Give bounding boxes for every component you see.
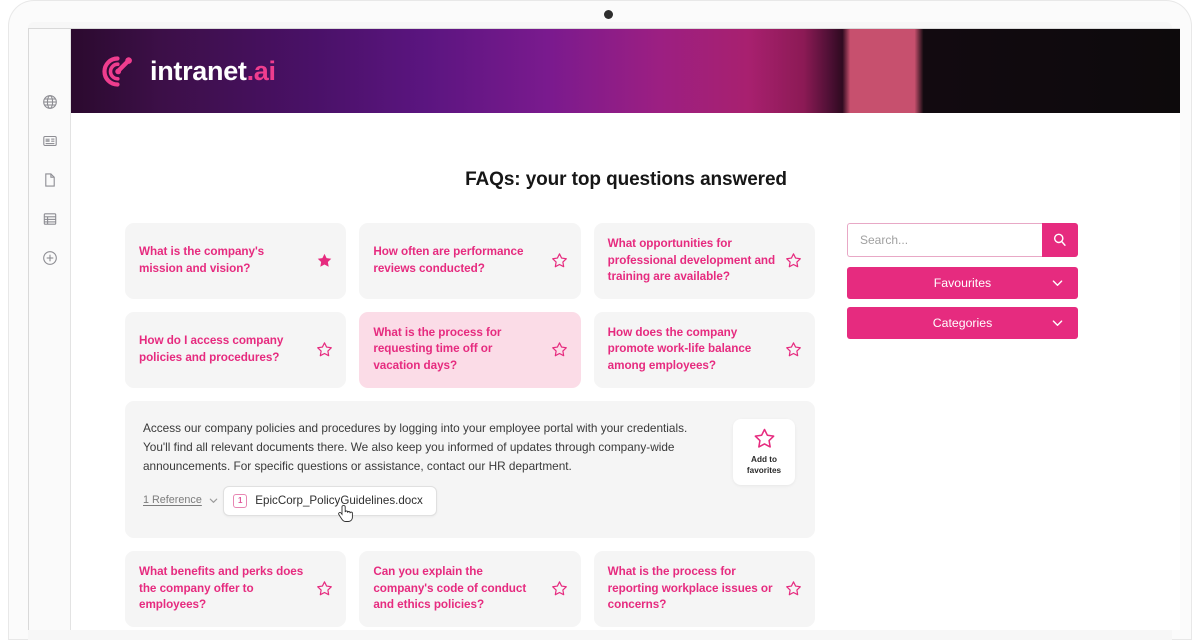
file-number-badge: 1 xyxy=(233,493,248,508)
reference-file-chip[interactable]: 1 EpicCorp_PolicyGuidelines.docx xyxy=(223,485,437,516)
categories-dropdown-label: Categories xyxy=(932,316,993,330)
list-database-icon[interactable] xyxy=(39,208,61,230)
faq-card[interactable]: How does the company promote work-life b… xyxy=(593,311,815,388)
spiral-target-icon xyxy=(102,56,132,87)
faq-card[interactable]: How do I access company policies and pro… xyxy=(125,311,347,388)
faq-card[interactable]: What is the company's mission and vision… xyxy=(125,223,347,299)
faq-question: What benefits and perks does the company… xyxy=(139,564,304,612)
left-sidebar xyxy=(29,29,71,630)
browser-screen: intranet.ai FAQs: your top questions ans… xyxy=(28,28,1180,630)
page-title: FAQs: your top questions answered xyxy=(465,169,787,190)
news-card-icon[interactable] xyxy=(39,130,61,152)
star-filled-icon[interactable] xyxy=(315,251,334,270)
search-input[interactable] xyxy=(847,223,1042,257)
search-row xyxy=(847,223,1078,257)
webcam-icon xyxy=(604,10,613,19)
logo-text-main: intranet xyxy=(150,55,247,86)
star-outline-icon[interactable] xyxy=(550,251,569,270)
star-outline-icon[interactable] xyxy=(784,579,803,598)
star-outline-icon[interactable] xyxy=(550,340,569,359)
faq-question: How often are performance reviews conduc… xyxy=(373,245,524,275)
search-icon xyxy=(1053,233,1066,246)
faq-card[interactable]: Can you explain the company's code of co… xyxy=(359,550,581,627)
file-name: EpicCorp_PolicyGuidelines.docx xyxy=(255,494,423,508)
faq-sidebar: Favourites Categories xyxy=(847,223,1078,630)
faq-question: How do I access company policies and pro… xyxy=(139,334,284,364)
favourites-dropdown-label: Favourites xyxy=(933,276,992,290)
answer-text: Access our company policies and procedur… xyxy=(143,420,688,473)
categories-dropdown[interactable]: Categories xyxy=(847,307,1078,339)
reference-label: 1 Reference xyxy=(143,494,202,507)
favourites-dropdown[interactable]: Favourites xyxy=(847,267,1078,299)
chevron-down-icon xyxy=(1052,280,1063,286)
star-outline-icon[interactable] xyxy=(315,579,334,598)
star-outline-icon[interactable] xyxy=(784,251,803,270)
star-outline-icon xyxy=(754,428,774,448)
fav-label-line2: favorites xyxy=(746,465,782,475)
answer-panel: Access our company policies and procedur… xyxy=(125,400,815,538)
fav-label-line1: Add to xyxy=(751,455,777,464)
logo-text-suffix: .ai xyxy=(246,55,276,86)
faq-card[interactable]: How often are performance reviews conduc… xyxy=(359,223,581,299)
chevron-down-icon xyxy=(209,498,218,503)
star-outline-icon[interactable] xyxy=(315,340,334,359)
logo-text: intranet.ai xyxy=(150,56,276,87)
add-to-favorites-label: Add to favorites xyxy=(747,455,781,476)
app-body: intranet.ai FAQs: your top questions ans… xyxy=(71,29,1180,630)
content-area: What is the company's mission and vision… xyxy=(71,223,1180,630)
answer-content: Access our company policies and procedur… xyxy=(143,419,717,516)
faq-card[interactable]: What is the process for reporting workpl… xyxy=(593,550,815,627)
faq-question: What opportunities for professional deve… xyxy=(607,237,776,284)
faq-card[interactable]: What benefits and perks does the company… xyxy=(125,550,347,627)
faq-question: What is the process for reporting workpl… xyxy=(607,564,773,612)
faq-row: What is the company's mission and vision… xyxy=(125,223,815,299)
faq-question: Can you explain the company's code of co… xyxy=(373,564,527,612)
add-to-favorites-button[interactable]: Add to favorites xyxy=(733,418,795,485)
plus-circle-icon[interactable] xyxy=(39,247,61,269)
globe-icon[interactable] xyxy=(39,91,61,113)
faq-row: How do I access company policies and pro… xyxy=(125,311,815,388)
faq-question: What is the process for requesting time … xyxy=(373,325,502,373)
faq-question: How does the company promote work-life b… xyxy=(607,325,752,373)
star-outline-icon[interactable] xyxy=(784,340,803,359)
faq-column: What is the company's mission and vision… xyxy=(125,223,815,630)
faq-row: What benefits and perks does the company… xyxy=(125,550,815,627)
chevron-down-icon xyxy=(1052,320,1063,326)
faq-card-selected[interactable]: What is the process for requesting time … xyxy=(359,311,581,388)
reference-toggle[interactable]: 1 Reference xyxy=(143,494,219,506)
faq-question: What is the company's mission and vision… xyxy=(139,245,265,275)
logo[interactable]: intranet.ai xyxy=(97,51,276,91)
document-icon[interactable] xyxy=(39,169,61,191)
star-outline-icon[interactable] xyxy=(550,579,569,598)
site-header: intranet.ai xyxy=(71,29,1180,113)
search-button[interactable] xyxy=(1042,223,1078,257)
faq-card[interactable]: What opportunities for professional deve… xyxy=(593,223,815,299)
